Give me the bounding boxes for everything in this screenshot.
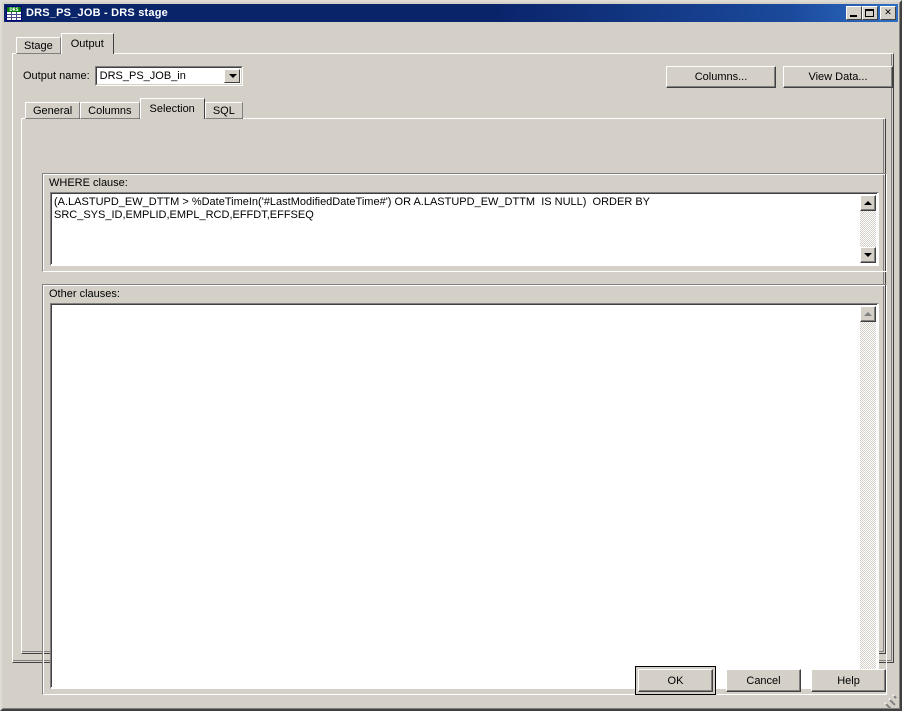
tab-output-label: Output [70,38,104,50]
tab-output[interactable]: Output [60,33,114,54]
ok-button[interactable]: OK [638,669,713,692]
view-data-button-label: View Data... [808,71,868,83]
where-clause-scrollbar[interactable] [860,195,876,263]
window-controls: ✕ [846,6,896,20]
selection-tab-page: WHERE clause: (A.LASTUPD_EW_DTTM > %Date… [21,118,887,695]
title-bar[interactable]: DRS DRS_PS_JOB - DRS stage ✕ [4,4,898,22]
cancel-button-label: Cancel [746,674,781,687]
other-clauses-scrollbar[interactable] [860,306,876,686]
where-clause-group: WHERE clause: (A.LASTUPD_EW_DTTM > %Date… [42,173,887,272]
help-button[interactable]: Help [811,669,886,692]
cancel-button[interactable]: Cancel [726,669,801,692]
drs-stage-dialog: DRS DRS_PS_JOB - DRS stage ✕ Stage Outpu… [0,0,902,711]
other-clauses-label: Other clauses: [49,288,120,300]
columns-button-label: Columns... [694,71,748,83]
tab-stage[interactable]: Stage [16,37,61,54]
outer-tab-strip: Stage Output [16,33,114,54]
dialog-footer: OK Cancel Help [635,666,886,695]
minimize-button[interactable] [846,6,862,20]
columns-button[interactable]: Columns... [666,66,776,88]
inner-tab-strip: General Columns Selection SQL [25,98,243,119]
tab-sql-label: SQL [212,104,235,117]
ok-button-label: OK [667,674,684,687]
maximize-button[interactable] [862,6,878,20]
scroll-down-icon[interactable] [860,247,876,263]
tab-columns[interactable]: Columns [80,102,140,119]
drs-grid-icon: DRS [6,5,22,21]
where-clause-label: WHERE clause: [49,177,128,189]
tab-columns-label: Columns [88,104,132,117]
ok-button-default-frame: OK [635,666,716,695]
where-clause-text: (A.LASTUPD_EW_DTTM > %DateTimeIn('#LastM… [54,196,651,221]
tab-general[interactable]: General [25,102,81,119]
output-tab-page: Output name: DRS_PS_JOB_in Columns... Vi… [12,53,894,695]
scroll-up-icon[interactable] [860,195,876,211]
other-clauses-group: Other clauses: [42,284,887,695]
output-name-combo[interactable]: DRS_PS_JOB_in [94,66,243,86]
where-clause-textarea[interactable]: (A.LASTUPD_EW_DTTM > %DateTimeIn('#LastM… [50,192,879,266]
tab-general-label: General [33,104,73,117]
close-icon: ✕ [884,7,892,18]
window-title: DRS_PS_JOB - DRS stage [26,7,168,19]
tab-stage-label: Stage [24,39,53,52]
help-button-label: Help [837,674,860,687]
other-clauses-textarea[interactable] [50,303,879,689]
scroll-up-icon[interactable] [860,306,876,322]
view-data-button[interactable]: View Data... [783,66,893,88]
close-button[interactable]: ✕ [880,6,896,20]
tab-selection[interactable]: Selection [139,98,205,119]
output-name-label: Output name: [23,70,90,82]
chevron-down-icon[interactable] [223,69,240,83]
output-name-row: Output name: DRS_PS_JOB_in [23,66,243,86]
drs-icon-label: DRS [7,6,21,12]
tab-selection-label: Selection [149,103,195,115]
tab-sql[interactable]: SQL [204,102,243,119]
output-name-value: DRS_PS_JOB_in [99,70,186,82]
